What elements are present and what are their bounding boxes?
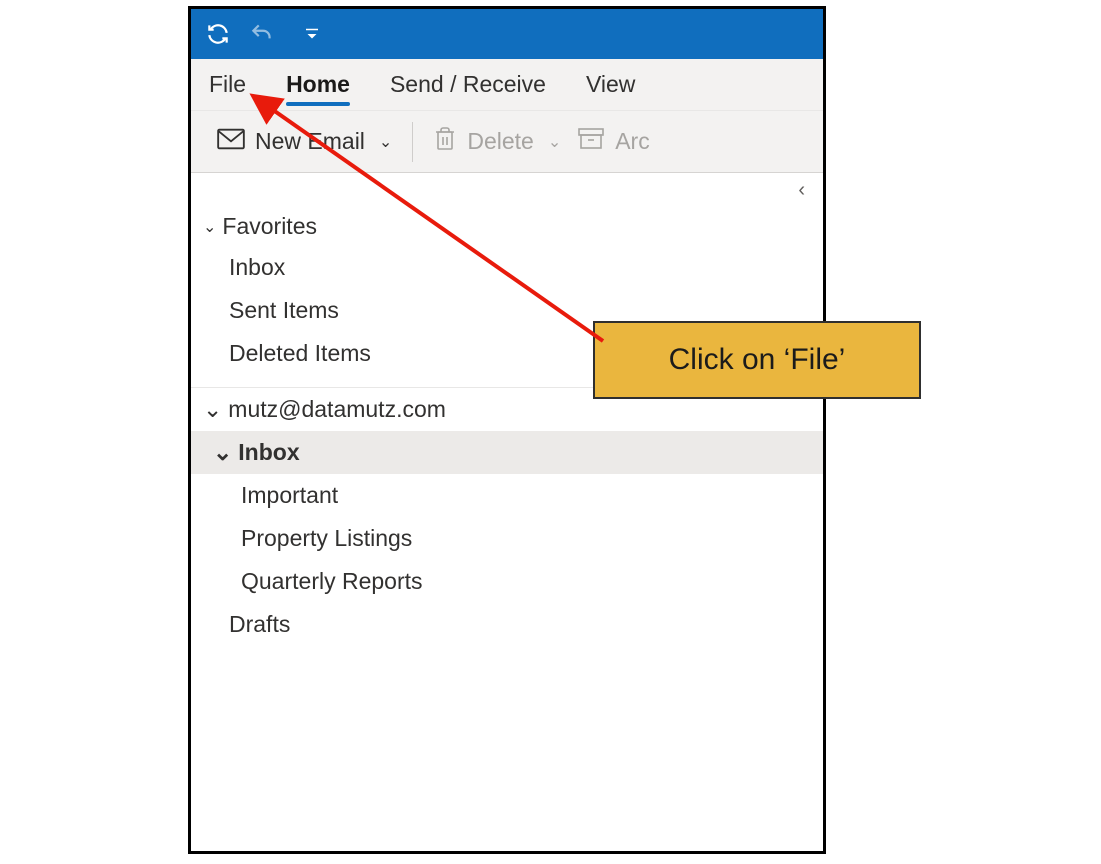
title-bar <box>191 9 823 59</box>
collapse-chevron-icon[interactable]: ‹ <box>798 179 805 202</box>
ribbon-commands: New Email ⌄ Delete ⌄ <box>191 111 823 173</box>
sync-icon[interactable] <box>205 21 231 47</box>
subfolder-property-listings[interactable]: Property Listings <box>191 517 823 560</box>
trash-icon <box>433 126 457 158</box>
account-address: mutz@datamutz.com <box>228 396 446 423</box>
favorites-label: Favorites <box>222 213 317 240</box>
tab-send-receive[interactable]: Send / Receive <box>388 65 548 104</box>
chevron-down-icon[interactable]: ⌄ <box>379 132 392 152</box>
ribbon-tabs: File Home Send / Receive View <box>191 59 823 111</box>
callout-text: Click on ‘File’ <box>669 343 846 377</box>
outlook-window: File Home Send / Receive View New Email … <box>188 6 826 854</box>
tab-home[interactable]: Home <box>284 65 352 104</box>
subfolder-quarterly-reports[interactable]: Quarterly Reports <box>191 560 823 603</box>
drafts-folder[interactable]: Drafts <box>191 603 823 646</box>
subfolder-important[interactable]: Important <box>191 474 823 517</box>
delete-button[interactable]: Delete ⌄ <box>423 120 571 164</box>
chevron-down-icon: ⌄ <box>203 396 222 423</box>
inbox-label: Inbox <box>238 439 299 466</box>
chevron-down-icon[interactable]: ⌄ <box>548 132 561 152</box>
separator <box>412 122 413 162</box>
annotation-callout: Click on ‘File’ <box>593 321 921 399</box>
tab-file[interactable]: File <box>207 65 248 104</box>
favorites-header[interactable]: ⌄ Favorites <box>191 207 823 246</box>
delete-label: Delete <box>467 128 533 155</box>
archive-icon <box>577 127 605 157</box>
archive-label: Arc <box>615 128 650 155</box>
inbox-folder[interactable]: ⌄ Inbox <box>191 431 823 474</box>
folder-pane: ⌄ Favorites Inbox Sent Items Deleted Ite… <box>191 207 823 646</box>
chevron-down-icon: ⌄ <box>203 217 216 237</box>
undo-icon[interactable] <box>249 21 275 47</box>
envelope-icon <box>217 128 245 156</box>
new-email-button[interactable]: New Email ⌄ <box>207 122 402 162</box>
tab-view[interactable]: View <box>584 65 637 104</box>
archive-button[interactable]: Arc <box>571 121 660 163</box>
chevron-down-icon: ⌄ <box>213 439 232 466</box>
customize-qat-icon[interactable] <box>303 25 321 43</box>
collapse-row: ‹ <box>191 173 823 207</box>
favorites-inbox[interactable]: Inbox <box>191 246 823 289</box>
new-email-label: New Email <box>255 128 365 155</box>
